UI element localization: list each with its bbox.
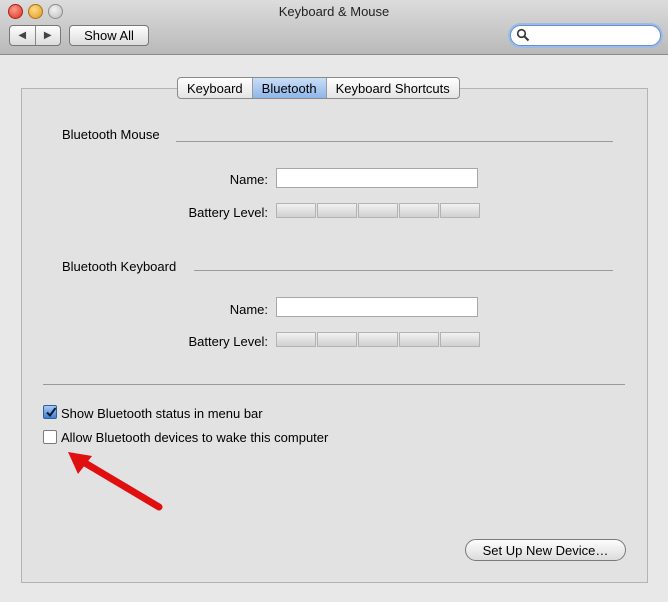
preferences-window: Keyboard & Mouse ◀ ▶ Show All Keyboard B… — [0, 0, 668, 602]
section-divider — [43, 384, 625, 385]
show-status-checkbox[interactable] — [43, 405, 57, 419]
show-all-button[interactable]: Show All — [69, 25, 149, 46]
battery-segment — [276, 203, 316, 218]
mouse-name-label: Name: — [229, 172, 268, 187]
tab-keyboard-shortcuts[interactable]: Keyboard Shortcuts — [325, 78, 459, 98]
keyboard-group-divider — [194, 270, 613, 271]
search-icon — [516, 28, 530, 42]
keyboard-group-title: Bluetooth Keyboard — [62, 259, 177, 274]
tab-bluetooth[interactable]: Bluetooth — [251, 78, 326, 98]
back-arrow-icon[interactable]: ◀ — [10, 26, 35, 45]
allow-wake-label[interactable]: Allow Bluetooth devices to wake this com… — [61, 430, 328, 445]
tab-keyboard[interactable]: Keyboard — [178, 78, 252, 98]
battery-segment — [440, 203, 480, 218]
window-toolbar: Keyboard & Mouse ◀ ▶ Show All — [0, 0, 668, 55]
battery-segment — [317, 203, 357, 218]
mouse-group-divider — [176, 141, 613, 142]
battery-segment — [358, 332, 398, 347]
battery-segment — [358, 203, 398, 218]
keyboard-battery-label: Battery Level: — [188, 334, 269, 349]
annotation-arrow-icon — [68, 452, 163, 511]
mouse-battery-label: Battery Level: — [188, 205, 269, 220]
back-forward-control: ◀ ▶ — [9, 25, 61, 46]
mouse-battery-indicator — [276, 203, 480, 218]
tab-bar: Keyboard Bluetooth Keyboard Shortcuts — [177, 77, 460, 99]
battery-segment — [276, 332, 316, 347]
set-up-new-device-button[interactable]: Set Up New Device… — [465, 539, 626, 561]
keyboard-name-field — [276, 297, 478, 317]
checkmark-icon — [46, 407, 57, 418]
battery-segment — [399, 203, 439, 218]
battery-segment — [440, 332, 480, 347]
keyboard-name-label: Name: — [229, 302, 268, 317]
battery-segment — [399, 332, 439, 347]
battery-segment — [317, 332, 357, 347]
mouse-group-title: Bluetooth Mouse — [62, 127, 160, 142]
search-input[interactable] — [531, 27, 651, 43]
allow-wake-checkbox[interactable] — [43, 430, 57, 444]
show-status-label[interactable]: Show Bluetooth status in menu bar — [61, 406, 263, 421]
forward-arrow-icon[interactable]: ▶ — [34, 26, 61, 45]
mouse-name-field — [276, 168, 478, 188]
search-field[interactable] — [510, 25, 661, 46]
window-title: Keyboard & Mouse — [278, 4, 390, 19]
keyboard-battery-indicator — [276, 332, 480, 347]
